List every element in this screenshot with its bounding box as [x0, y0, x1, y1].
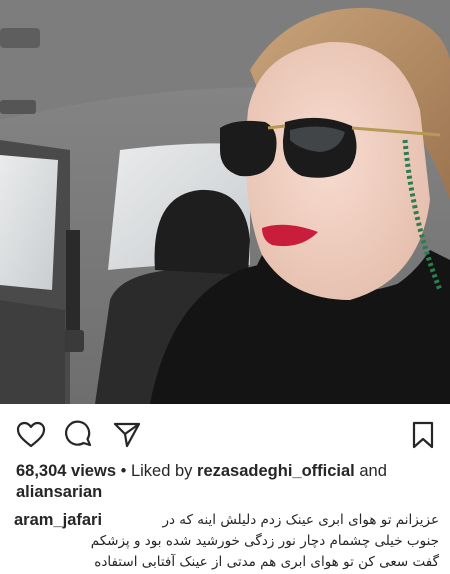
photo-car-selfie — [0, 0, 450, 404]
bookmark-icon[interactable] — [408, 420, 438, 450]
caption-author-link[interactable]: aram_jafari — [14, 510, 107, 531]
post-photo[interactable] — [0, 0, 450, 404]
caption-line-2: جنوب خیلی چشمام دچار نور زدگی خورشید شده… — [90, 533, 439, 549]
liked-by-user-link[interactable]: aliansarian — [16, 483, 102, 501]
heart-icon[interactable] — [16, 420, 46, 450]
liked-by-label: Liked by — [130, 462, 193, 480]
liked-by-user-link[interactable]: rezasadeghi_official — [197, 462, 355, 480]
liked-by-and: and — [359, 462, 387, 480]
caption-line-3: گفت سعی کن تو هوای ابری هم مدتی از عینک … — [94, 554, 439, 570]
post-stats: 68,304 views • Liked by rezasadeghi_offi… — [16, 461, 441, 503]
post-actions-bar — [0, 404, 450, 462]
comment-icon[interactable] — [64, 420, 94, 450]
stats-separator: • — [120, 462, 131, 480]
post-caption: aram_jafari عزیزانم تو هوای ابری عینک زد… — [14, 510, 439, 570]
paper-plane-icon[interactable] — [112, 420, 142, 450]
views-count[interactable]: 68,304 views — [16, 462, 116, 480]
